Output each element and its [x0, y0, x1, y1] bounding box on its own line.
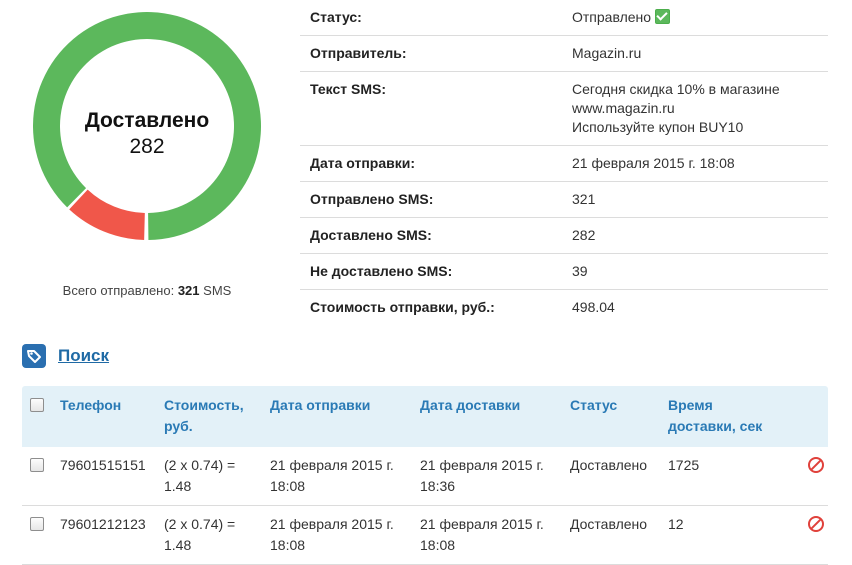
detail-label: Текст SMS: [310, 81, 386, 97]
search-label[interactable]: Поиск [58, 346, 109, 366]
cell-date-line: 21 февраля 2015 г. [420, 457, 544, 473]
cell-time-line: 18:08 [270, 478, 306, 494]
detail-row-sms-text: Текст SMS: Сегодня скидка 10% в магазине… [300, 72, 828, 146]
total-sent-suffix: SMS [203, 283, 232, 298]
messages-table: Телефон Стоимость, руб. Дата отправки Да… [22, 386, 828, 565]
table-row: 79601212123 (2 x 0.74) = 1.48 21 февраля… [22, 506, 828, 565]
cell-date-line: 21 февраля 2015 г. [270, 516, 394, 532]
detail-value: Отправлено [572, 8, 828, 27]
header-actions [788, 395, 828, 437]
sms-text-line: www.magazin.ru [572, 100, 675, 116]
detail-value: Сегодня скидка 10% в магазине www.magazi… [572, 80, 828, 137]
cell-date-line: 21 февраля 2015 г. [270, 457, 394, 473]
select-all-cell [22, 395, 60, 437]
tag-icon [22, 344, 46, 368]
cell-time-line: 18:36 [420, 478, 456, 494]
detail-label: Отправитель: [310, 45, 407, 61]
row-select-cell [22, 514, 60, 556]
header-cost[interactable]: Стоимость, руб. [164, 395, 270, 437]
detail-row-not-delivered-count: Не доставлено SMS: 39 [300, 254, 828, 290]
detail-value: 498.04 [572, 299, 615, 315]
detail-value: 282 [572, 227, 596, 243]
cell-cost-line: 1.48 [164, 478, 192, 494]
cell-phone: 79601212123 [60, 516, 146, 532]
total-sent-prefix: Всего отправлено: [62, 283, 175, 298]
cell-actions [788, 514, 828, 556]
header-cost-line: Стоимость, [164, 397, 244, 413]
row-checkbox[interactable] [30, 458, 44, 472]
cell-send-date: 21 февраля 2015 г. 18:08 [270, 514, 420, 556]
search-link[interactable]: Поиск [22, 344, 109, 368]
cell-delivery-date: 21 февраля 2015 г. 18:36 [420, 455, 570, 497]
donut-value: 282 [129, 135, 165, 158]
cell-time-line: 18:08 [270, 537, 306, 553]
detail-label: Дата отправки: [310, 155, 416, 171]
detail-label: Доставлено SMS: [310, 227, 432, 243]
cell-status: Доставлено [570, 457, 648, 473]
donut-segment-not-delivered [69, 189, 145, 240]
delivery-donut-chart: Доставлено 282 [32, 2, 262, 252]
cancel-icon[interactable] [808, 457, 824, 473]
header-cost-line: руб. [164, 418, 193, 434]
header-time-line: доставки, сек [668, 418, 763, 434]
detail-value: 21 февраля 2015 г. 18:08 [572, 155, 735, 171]
detail-label: Статус: [310, 9, 362, 25]
header-status[interactable]: Статус [570, 395, 668, 437]
cell-delivery-time: 1725 [668, 457, 700, 473]
row-select-cell [22, 455, 60, 497]
detail-label: Не доставлено SMS: [310, 263, 453, 279]
detail-value: 321 [572, 191, 596, 207]
cell-cost-line: 1.48 [164, 537, 192, 553]
row-checkbox[interactable] [30, 517, 44, 531]
check-icon [655, 9, 671, 24]
cell-cost: (2 x 0.74) = 1.48 [164, 455, 270, 497]
cell-time-line: 18:08 [420, 537, 456, 553]
sms-text-line: Сегодня скидка 10% в магазине [572, 81, 780, 97]
detail-value: 39 [572, 263, 588, 279]
cell-cost-line: (2 x 0.74) = [164, 516, 236, 532]
sms-text-line: Используйте купон BUY10 [572, 119, 744, 135]
detail-row-send-date: Дата отправки: 21 февраля 2015 г. 18:08 [300, 146, 828, 182]
cell-send-date: 21 февраля 2015 г. 18:08 [270, 455, 420, 497]
header-time-line: Время [668, 397, 713, 413]
cell-phone: 79601515151 [60, 457, 146, 473]
table-header: Телефон Стоимость, руб. Дата отправки Да… [22, 386, 828, 447]
donut-center: Доставлено 282 [32, 109, 262, 161]
cell-date-line: 21 февраля 2015 г. [420, 516, 544, 532]
header-delivery-date[interactable]: Дата доставки [420, 395, 570, 437]
header-send-date[interactable]: Дата отправки [270, 395, 420, 437]
total-sent-summary: Всего отправлено: 321 SMS [32, 283, 262, 298]
cell-delivery-time: 12 [668, 516, 684, 532]
sms-details-table: Статус: Отправлено Отправитель: Magazin.… [300, 0, 828, 325]
detail-label: Стоимость отправки, руб.: [310, 299, 495, 315]
header-phone[interactable]: Телефон [60, 395, 164, 437]
detail-row-delivered-count: Доставлено SMS: 282 [300, 218, 828, 254]
cell-actions [788, 455, 828, 497]
detail-row-sender: Отправитель: Magazin.ru [300, 36, 828, 72]
table-row: 79601515151 (2 x 0.74) = 1.48 21 февраля… [22, 447, 828, 506]
select-all-checkbox[interactable] [30, 398, 44, 412]
cell-delivery-date: 21 февраля 2015 г. 18:08 [420, 514, 570, 556]
detail-value: Magazin.ru [572, 45, 642, 61]
total-sent-count: 321 [177, 283, 200, 298]
status-value: Отправлено [572, 9, 652, 25]
header-delivery-time[interactable]: Время доставки, сек [668, 395, 788, 437]
donut-title: Доставлено [84, 109, 210, 132]
detail-row-sent-count: Отправлено SMS: 321 [300, 182, 828, 218]
cell-status: Доставлено [570, 516, 648, 532]
detail-row-cost: Стоимость отправки, руб.: 498.04 [300, 290, 828, 325]
cancel-icon[interactable] [808, 516, 824, 532]
detail-row-status: Статус: Отправлено [300, 0, 828, 36]
cell-cost: (2 x 0.74) = 1.48 [164, 514, 270, 556]
detail-label: Отправлено SMS: [310, 191, 434, 207]
cell-cost-line: (2 x 0.74) = [164, 457, 236, 473]
